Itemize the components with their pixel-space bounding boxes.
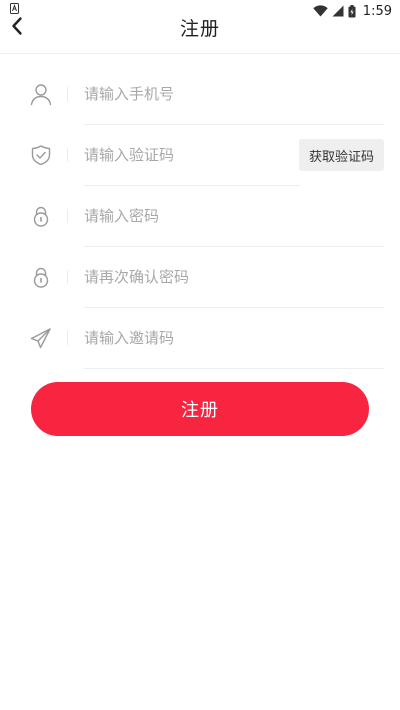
code-input[interactable] xyxy=(84,141,284,169)
invite-input[interactable] xyxy=(84,324,284,352)
header: 注册 xyxy=(0,0,400,54)
lock-icon xyxy=(33,206,49,227)
user-icon xyxy=(30,84,52,106)
password-input[interactable] xyxy=(84,202,284,230)
get-code-button[interactable]: 获取验证码 xyxy=(299,139,384,171)
page-title: 注册 xyxy=(179,18,220,40)
shield-check-icon xyxy=(31,145,51,166)
row-separator xyxy=(67,331,68,345)
phone-row xyxy=(0,64,400,125)
row-separator xyxy=(67,209,68,223)
invite-row xyxy=(0,308,400,369)
lock-icon xyxy=(33,267,49,288)
register-button[interactable]: 注册 xyxy=(31,382,369,436)
row-separator xyxy=(67,148,68,162)
row-divider xyxy=(84,368,384,369)
register-screen: 1:59 注册 获取验证码 xyxy=(0,0,400,710)
confirm-password-row xyxy=(0,247,400,308)
row-separator xyxy=(67,270,68,284)
password-row xyxy=(0,186,400,247)
phone-input[interactable] xyxy=(84,80,284,108)
confirm-password-input[interactable] xyxy=(84,263,284,291)
row-separator xyxy=(67,87,68,101)
paper-plane-icon xyxy=(30,328,51,349)
code-row: 获取验证码 xyxy=(0,125,400,186)
